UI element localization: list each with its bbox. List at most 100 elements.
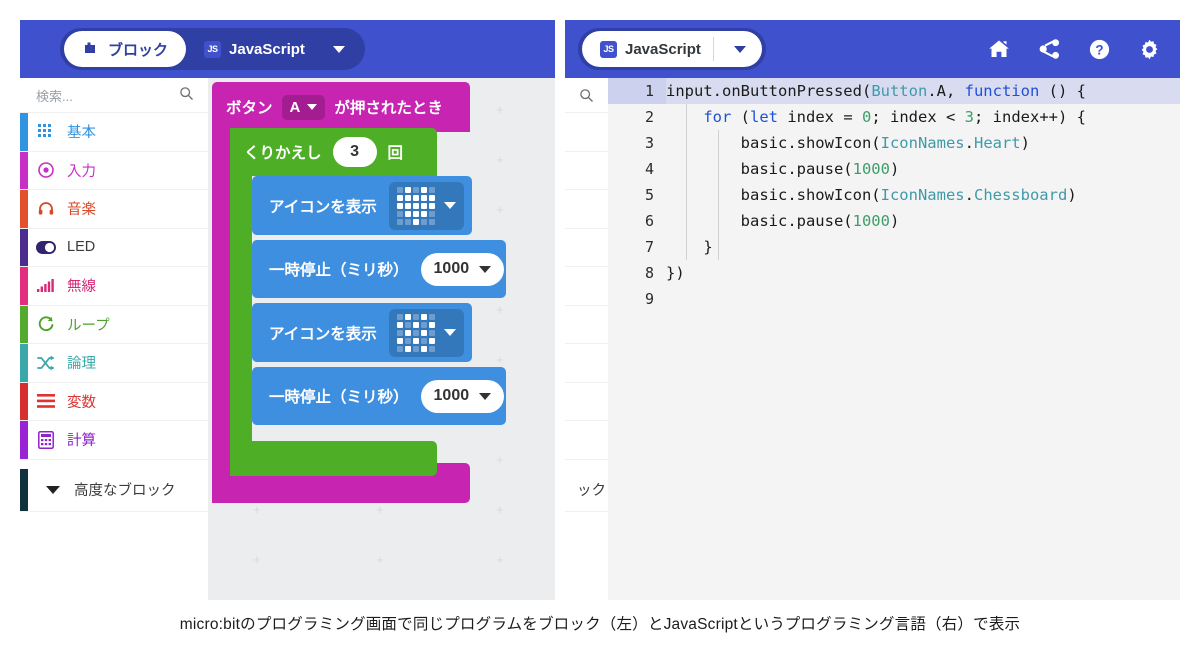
indent-guide <box>718 130 719 260</box>
led-cell <box>404 210 411 217</box>
sidebar-item-advanced-clipped[interactable]: ック <box>565 469 608 512</box>
sidebar-item-music[interactable]: 音楽 <box>20 190 208 229</box>
grid-dot: + <box>376 502 384 517</box>
sidebar-item-label: LED <box>67 239 96 256</box>
code-line[interactable]: 6 basic.pause(1000) <box>608 208 1180 234</box>
sidebar-item-clipped[interactable] <box>565 267 608 306</box>
search-icon[interactable] <box>179 86 194 104</box>
code-line[interactable]: 4 basic.pause(1000) <box>608 156 1180 182</box>
pause-block-1[interactable]: 一時停止（ミリ秒） 1000 <box>252 240 506 298</box>
sidebar-item-input[interactable]: 入力 <box>20 151 208 190</box>
chevron-down-icon[interactable] <box>332 45 345 53</box>
chevron-down-icon <box>46 485 60 494</box>
sidebar-item-clipped[interactable] <box>565 383 608 421</box>
sidebar-item-basic[interactable]: 基本 <box>20 113 208 152</box>
pause-value-dropdown-1[interactable]: 1000 <box>420 252 505 286</box>
code-line[interactable]: 3 basic.showIcon(IconNames.Heart) <box>608 130 1180 156</box>
sidebar-item-clipped[interactable] <box>565 421 608 460</box>
sidebar-item-loops[interactable]: ループ <box>20 305 208 344</box>
sidebar-item-variables[interactable]: 変数 <box>20 382 208 421</box>
led-cell <box>404 345 411 352</box>
code-line[interactable]: 7 } <box>608 234 1180 260</box>
button-select-dropdown[interactable]: A <box>281 94 326 120</box>
sidebar-item-radio[interactable]: 無線 <box>20 267 208 306</box>
code-line[interactable]: 8}) <box>608 260 1180 286</box>
code-line[interactable]: 9 <box>608 286 1180 312</box>
code-token: function <box>964 82 1040 100</box>
led-cell <box>396 210 403 217</box>
code-token: 3 <box>964 108 975 126</box>
code-text: basic.showIcon(IconNames.Heart) <box>666 130 1180 156</box>
left-body: 検索... 基本 入力 音楽 LED 無線 ループ 論理 変数 計算 高度なブロ… <box>20 78 555 600</box>
editor-mode-switch-right[interactable]: JS JavaScript <box>578 28 766 70</box>
home-icon[interactable] <box>988 38 1010 60</box>
gear-icon[interactable] <box>1138 38 1160 60</box>
line-number: 9 <box>644 290 654 308</box>
blocks-editor-panel: ブロック JS JavaScript 検索... 基本 入力 音楽 LED 無線… <box>20 20 555 600</box>
sidebar-item-clipped[interactable] <box>565 344 608 383</box>
code-editor[interactable]: 1 input.onButtonPressed(Button.A, functio… <box>608 78 1180 600</box>
code-text: } <box>666 234 1180 260</box>
code-token: basic.showIcon( <box>666 134 881 152</box>
code-token: Heart <box>973 134 1021 152</box>
chevron-down-icon[interactable] <box>733 45 746 53</box>
code-token: basic.pause( <box>666 160 853 178</box>
pause-block-2[interactable]: 一時停止（ミリ秒） 1000 <box>252 367 506 425</box>
show-icon-block-heart[interactable]: アイコンを表示 <box>252 176 472 235</box>
sidebar-item-clipped[interactable] <box>565 229 608 267</box>
sidebar-item-clipped[interactable] <box>565 113 608 152</box>
sidebar-item-advanced[interactable]: 高度なブロック <box>20 468 208 512</box>
icon-matrix-dropdown-chessboard[interactable] <box>388 308 464 357</box>
line-number: 5 <box>644 186 654 204</box>
icon-matrix-dropdown-heart[interactable] <box>388 181 464 230</box>
code-line[interactable]: 2 for (let index = 0; index < 3; index++… <box>608 104 1180 130</box>
share-icon[interactable] <box>1038 38 1060 60</box>
led-cell <box>396 218 403 225</box>
code-text: basic.showIcon(IconNames.Chessboard) <box>666 182 1180 208</box>
sidebar-item-label: 音楽 <box>67 202 96 219</box>
sidebar-item-clipped[interactable] <box>565 190 608 229</box>
sidebar-item-clipped[interactable] <box>565 306 608 344</box>
code-line[interactable]: 1 input.onButtonPressed(Button.A, functio… <box>608 78 1180 104</box>
help-icon[interactable]: ? <box>1088 38 1110 60</box>
led-cell <box>396 329 403 336</box>
loop-block-repeat[interactable]: くりかえし 3 回 <box>230 128 437 176</box>
sidebar-item-clipped[interactable] <box>565 152 608 190</box>
sidebar-item-logic[interactable]: 論理 <box>20 344 208 383</box>
loop-count-input[interactable]: 3 <box>332 137 377 167</box>
line-number: 8 <box>644 264 654 282</box>
editor-mode-switch[interactable]: ブロック JS JavaScript <box>60 28 365 70</box>
chevron-down-icon <box>479 392 492 400</box>
divider <box>712 37 714 61</box>
chevron-down-icon <box>479 265 492 273</box>
search-input[interactable]: 検索... <box>36 86 73 105</box>
event-block-onbuttonpressed[interactable]: ボタン A が押されたとき <box>212 82 470 132</box>
tab-blocks[interactable]: ブロック <box>64 31 187 67</box>
sidebar-item-label: 計算 <box>67 433 96 450</box>
led-cell <box>396 313 403 320</box>
led-cell <box>412 202 419 209</box>
indent-guide <box>686 104 687 260</box>
led-cell <box>420 186 427 193</box>
led-cell <box>404 186 411 193</box>
tab-javascript[interactable]: JS JavaScript <box>186 31 323 67</box>
code-token: let <box>750 108 778 126</box>
show-icon-block-chessboard[interactable]: アイコンを表示 <box>252 303 472 362</box>
led-cell <box>420 313 427 320</box>
code-line[interactable]: 5 basic.showIcon(IconNames.Chessboard) <box>608 182 1180 208</box>
screenshot-root: ブロック JS JavaScript 検索... 基本 入力 音楽 LED 無線… <box>0 0 1200 659</box>
led-cell <box>412 194 419 201</box>
toolbox-search[interactable]: 検索... <box>20 78 208 113</box>
led-cell <box>428 218 435 225</box>
led-cell <box>428 345 435 352</box>
sidebar-item-math[interactable]: 計算 <box>20 421 208 460</box>
category-color-bar <box>20 468 28 511</box>
sidebar-item-led[interactable]: LED <box>20 228 208 267</box>
grid-dot: + <box>376 552 384 567</box>
grid-dot: + <box>496 452 504 467</box>
pause-label: 一時停止（ミリ秒） <box>269 389 409 406</box>
search-icon[interactable] <box>565 78 608 113</box>
pause-value-dropdown-2[interactable]: 1000 <box>420 379 505 413</box>
tab-javascript-right[interactable]: JS JavaScript <box>582 31 762 67</box>
blocks-canvas[interactable]: + + + + + + + + + + + + + + + + + + + + <box>208 78 555 600</box>
